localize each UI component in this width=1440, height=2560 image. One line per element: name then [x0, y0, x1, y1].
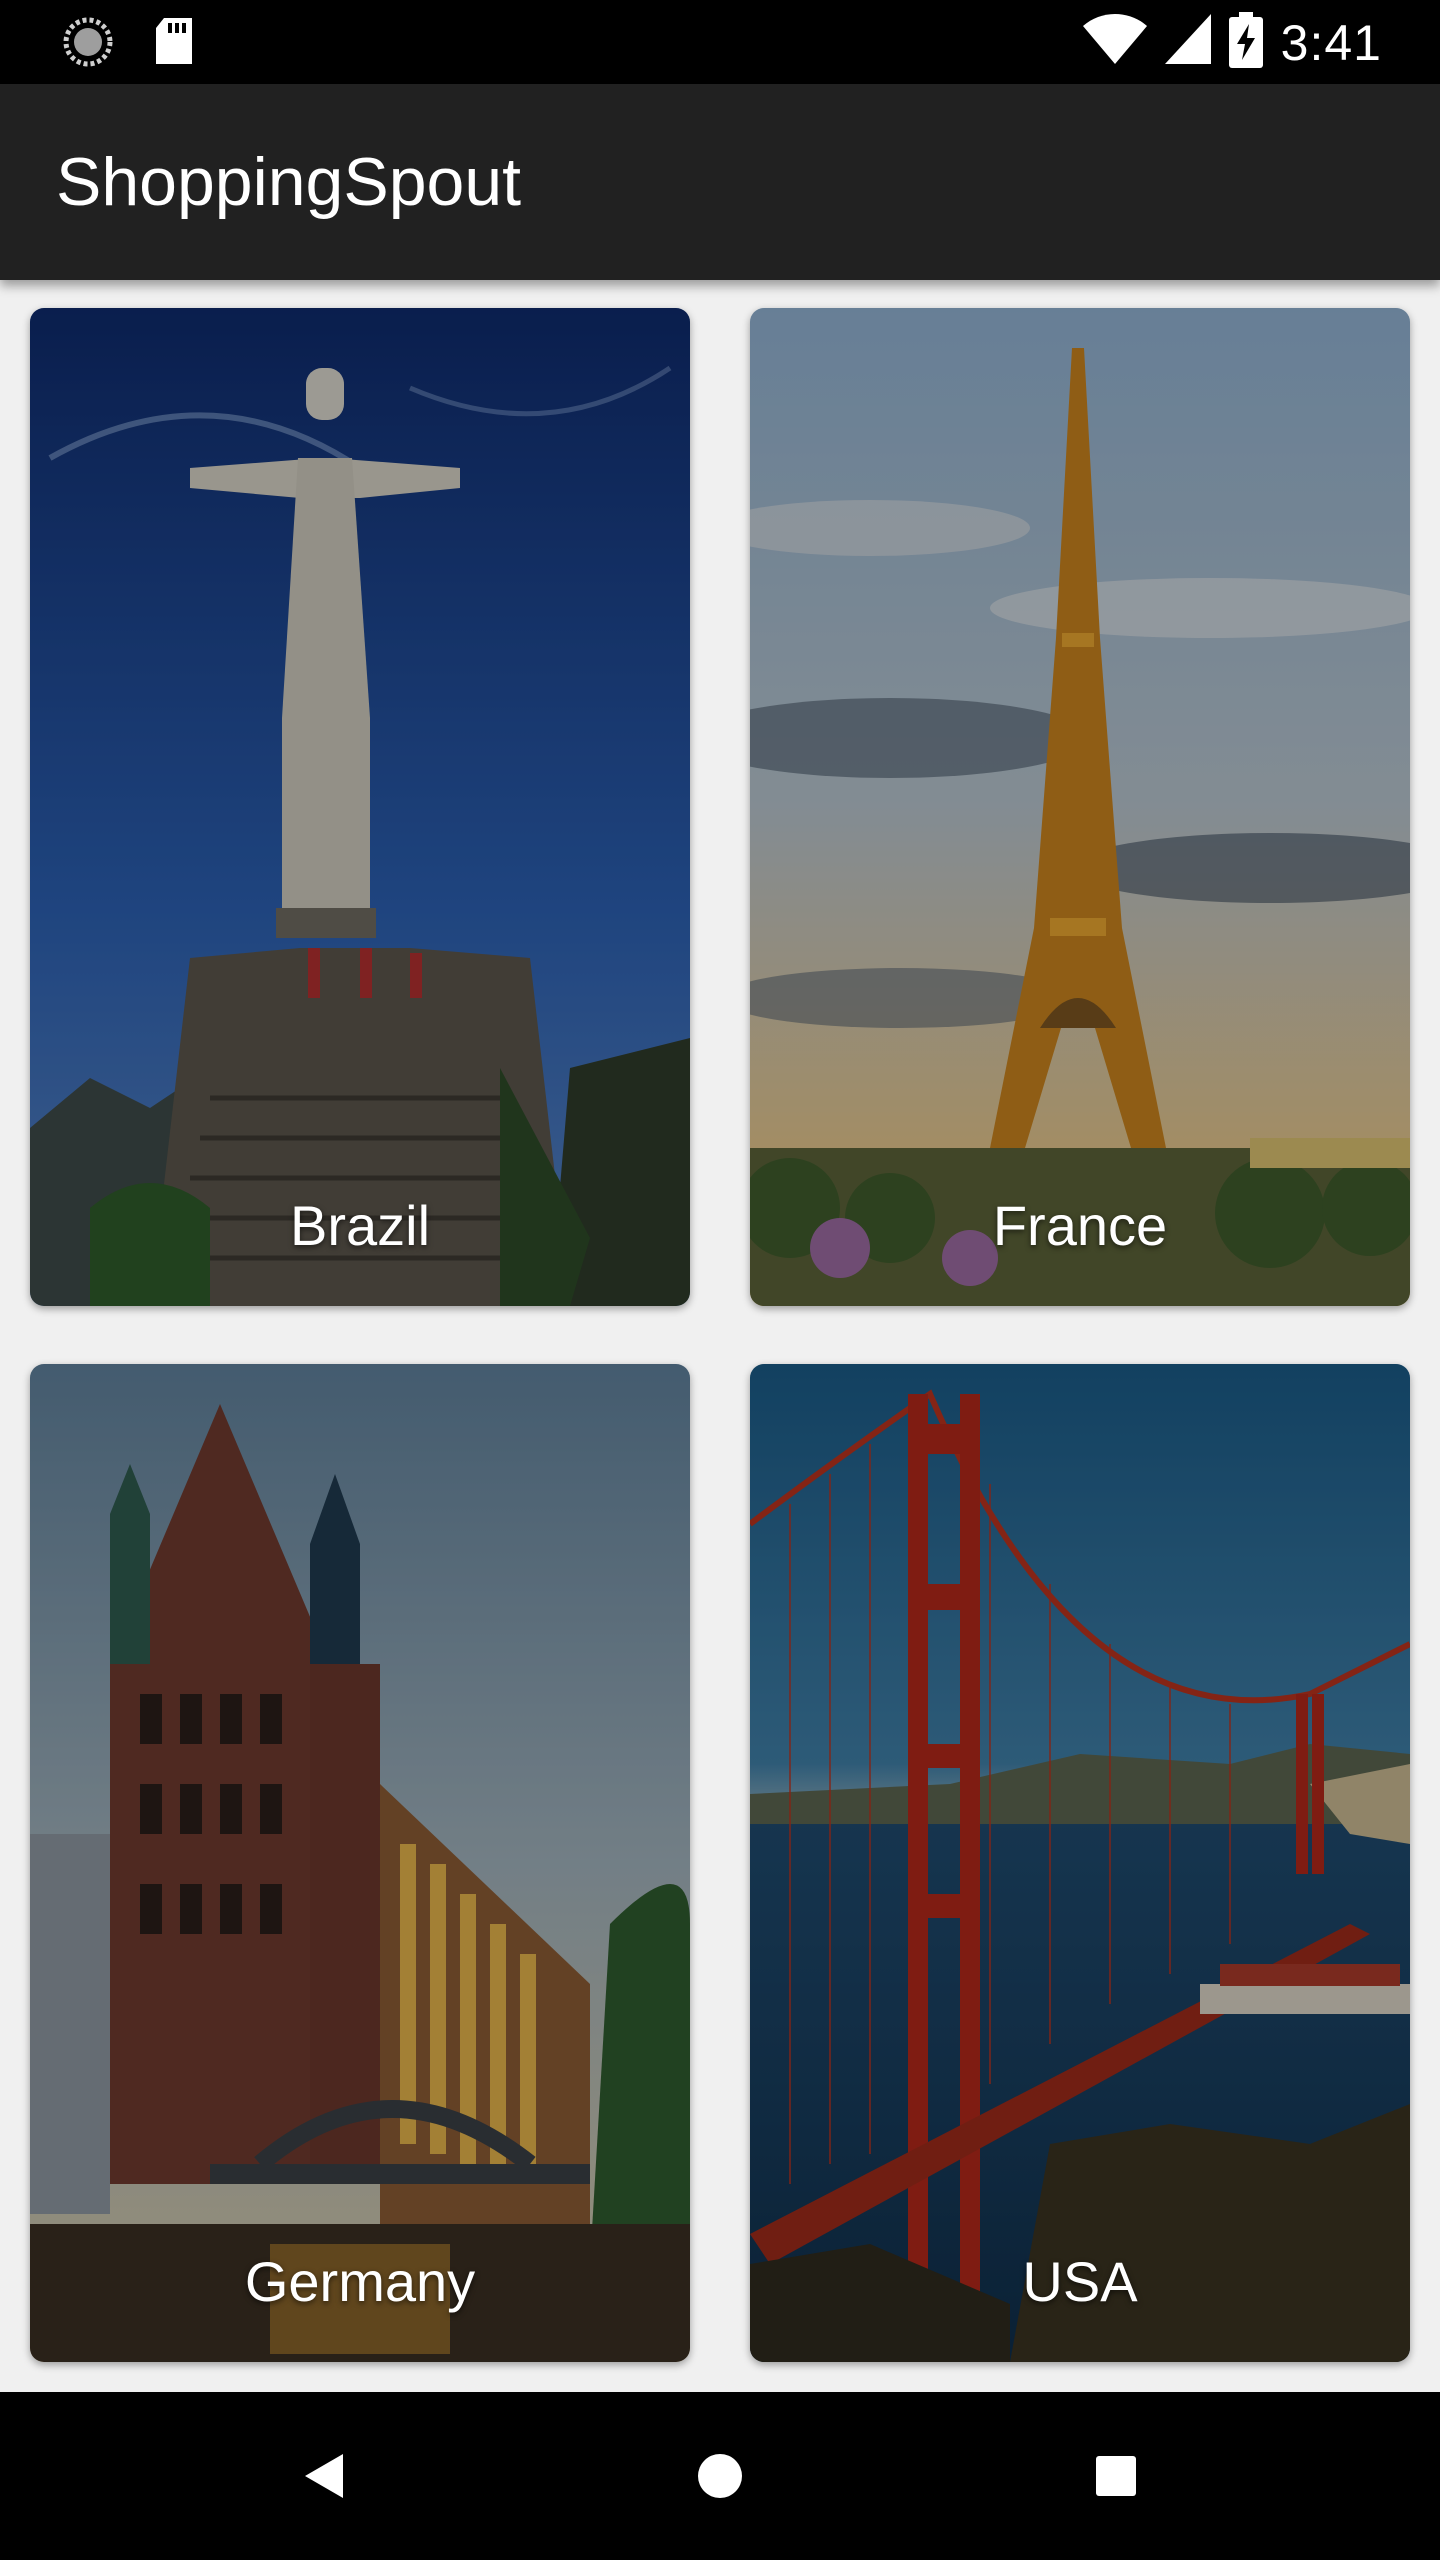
app-title: ShoppingSpout — [56, 144, 522, 220]
country-card-france[interactable]: France — [750, 308, 1410, 1306]
back-icon[interactable] — [280, 2432, 368, 2520]
home-icon[interactable] — [676, 2432, 764, 2520]
country-label: Germany — [244, 2250, 476, 2313]
image-overlay — [30, 308, 690, 1306]
country-grid: Brazil France Germany USA — [0, 280, 1440, 2392]
image-overlay — [750, 1364, 1410, 2362]
signal-icon — [1164, 14, 1211, 71]
status-time: 3:41 — [1280, 14, 1382, 71]
sync-icon — [62, 16, 114, 73]
image-overlay — [750, 308, 1410, 1306]
navigation-bar — [0, 2392, 1440, 2560]
country-label: USA — [1022, 2250, 1138, 2313]
sd-card-icon — [154, 18, 194, 71]
status-bar: 3:41 — [0, 0, 1440, 84]
country-card-brazil[interactable]: Brazil — [30, 308, 690, 1306]
app-bar: ShoppingSpout — [0, 84, 1440, 280]
country-card-usa[interactable]: USA — [750, 1364, 1410, 2362]
image-overlay — [30, 1364, 690, 2362]
recents-icon[interactable] — [1072, 2432, 1160, 2520]
country-label: France — [992, 1194, 1168, 1257]
battery-charging-icon — [1228, 12, 1263, 73]
country-card-germany[interactable]: Germany — [30, 1364, 690, 2362]
wifi-icon — [1082, 14, 1147, 71]
country-label: Brazil — [289, 1194, 431, 1257]
